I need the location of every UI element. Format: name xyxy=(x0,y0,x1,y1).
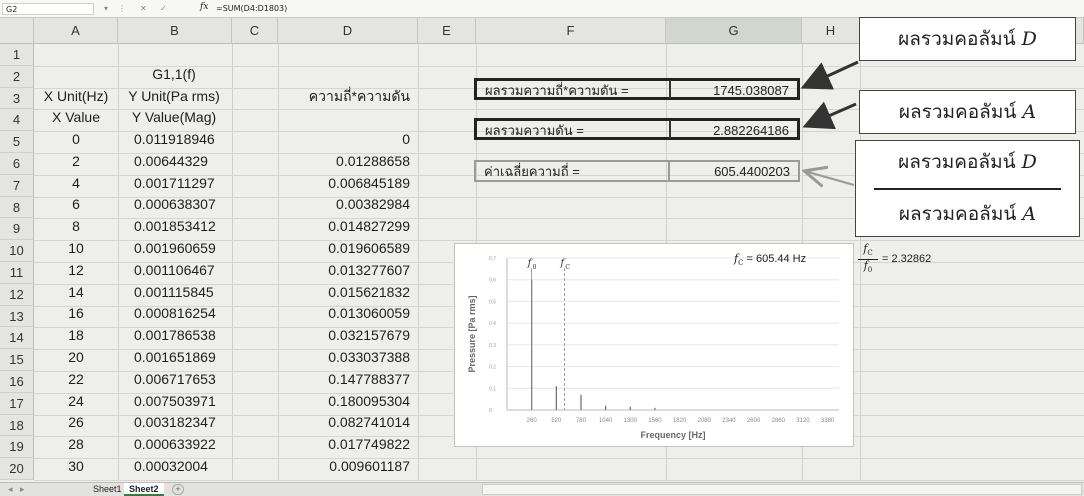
x-tick-3: 1040 xyxy=(599,418,613,424)
x-tick-9: 2600 xyxy=(747,418,761,424)
x-tick-10: 2860 xyxy=(772,418,786,424)
tab-sheet2[interactable]: Sheet2 xyxy=(124,483,164,496)
fraction-denominator: ผลรวมคอลัมน์ A xyxy=(898,203,1037,225)
y-tick-2: 0.2 xyxy=(489,365,496,371)
spectrum-chart[interactable]: 0 0.1 0.2 0.3 0.4 0.5 0.6 0.7 260 520 780 1040 1300 1… xyxy=(454,243,854,447)
x-tick-2: 780 xyxy=(576,418,587,424)
y-tick-6: 0.6 xyxy=(489,278,496,284)
add-sheet-button[interactable]: + xyxy=(172,484,184,495)
callout-fraction: ผลรวมคอลัมน์ D ผลรวมคอลัมน์ A xyxy=(855,140,1080,237)
x-tick-6: 1820 xyxy=(673,418,687,424)
y-tick-1: 0.1 xyxy=(489,386,496,392)
x-tick-0: 260 xyxy=(527,418,538,424)
callout-sum-d: ผลรวมคอลัมน์ D xyxy=(859,17,1076,61)
tab-scroll-left-icon[interactable]: ◂ xyxy=(8,484,13,495)
x-tick-4: 1300 xyxy=(624,418,638,424)
arrow-to-sum-fp xyxy=(800,60,859,90)
y-tick-4: 0.4 xyxy=(489,321,496,327)
tab-sheet1[interactable]: Sheet1 xyxy=(88,483,127,496)
arrow-to-avg-f xyxy=(808,172,855,185)
x-tick-8: 2340 xyxy=(722,418,736,424)
fc-equation: fC = 605.44 Hz xyxy=(734,252,807,268)
spreadsheet-window: G2 ▾ ⋮ ✕ ✓ fx =SUM(D4:D1803) A B C D E F… xyxy=(0,0,1084,496)
x-tick-11: 3120 xyxy=(796,418,810,424)
callout-sum-a: ผลรวมคอลัมน์ A xyxy=(859,90,1076,134)
chart-plot: 0 0.1 0.2 0.3 0.4 0.5 0.6 0.7 260 520 780 1040 1300 1… xyxy=(467,256,839,440)
fraction-numerator: ผลรวมคอลัมน์ D xyxy=(898,151,1037,173)
x-tick-12: 3380 xyxy=(821,418,835,424)
y-tick-7: 0.7 xyxy=(489,256,496,262)
x-tick-7: 2080 xyxy=(698,418,712,424)
y-tick-5: 0.5 xyxy=(489,299,496,305)
x-tick-5: 1560 xyxy=(648,418,662,424)
ratio-fraction: fC f0 xyxy=(858,243,878,276)
y-axis-label: Pressure [Pa rms] xyxy=(467,295,477,372)
f0-subscript: 0 xyxy=(533,264,537,271)
y-tick-0: 0 xyxy=(489,408,492,414)
horizontal-scrollbar[interactable] xyxy=(482,484,1082,495)
sheet-tab-bar: ◂ ▸ Sheet1 Sheet2 + xyxy=(0,482,1084,496)
fraction-bar xyxy=(874,188,1061,190)
ratio-value: = 2.32862 xyxy=(882,253,932,265)
x-tick-1: 520 xyxy=(551,418,562,424)
fc-subscript: C xyxy=(565,264,570,271)
y-tick-3: 0.3 xyxy=(489,343,496,349)
tab-scroll-right-icon[interactable]: ▸ xyxy=(20,484,25,495)
arrow-to-sum-p xyxy=(802,101,857,130)
x-axis-label: Frequency [Hz] xyxy=(640,430,705,440)
